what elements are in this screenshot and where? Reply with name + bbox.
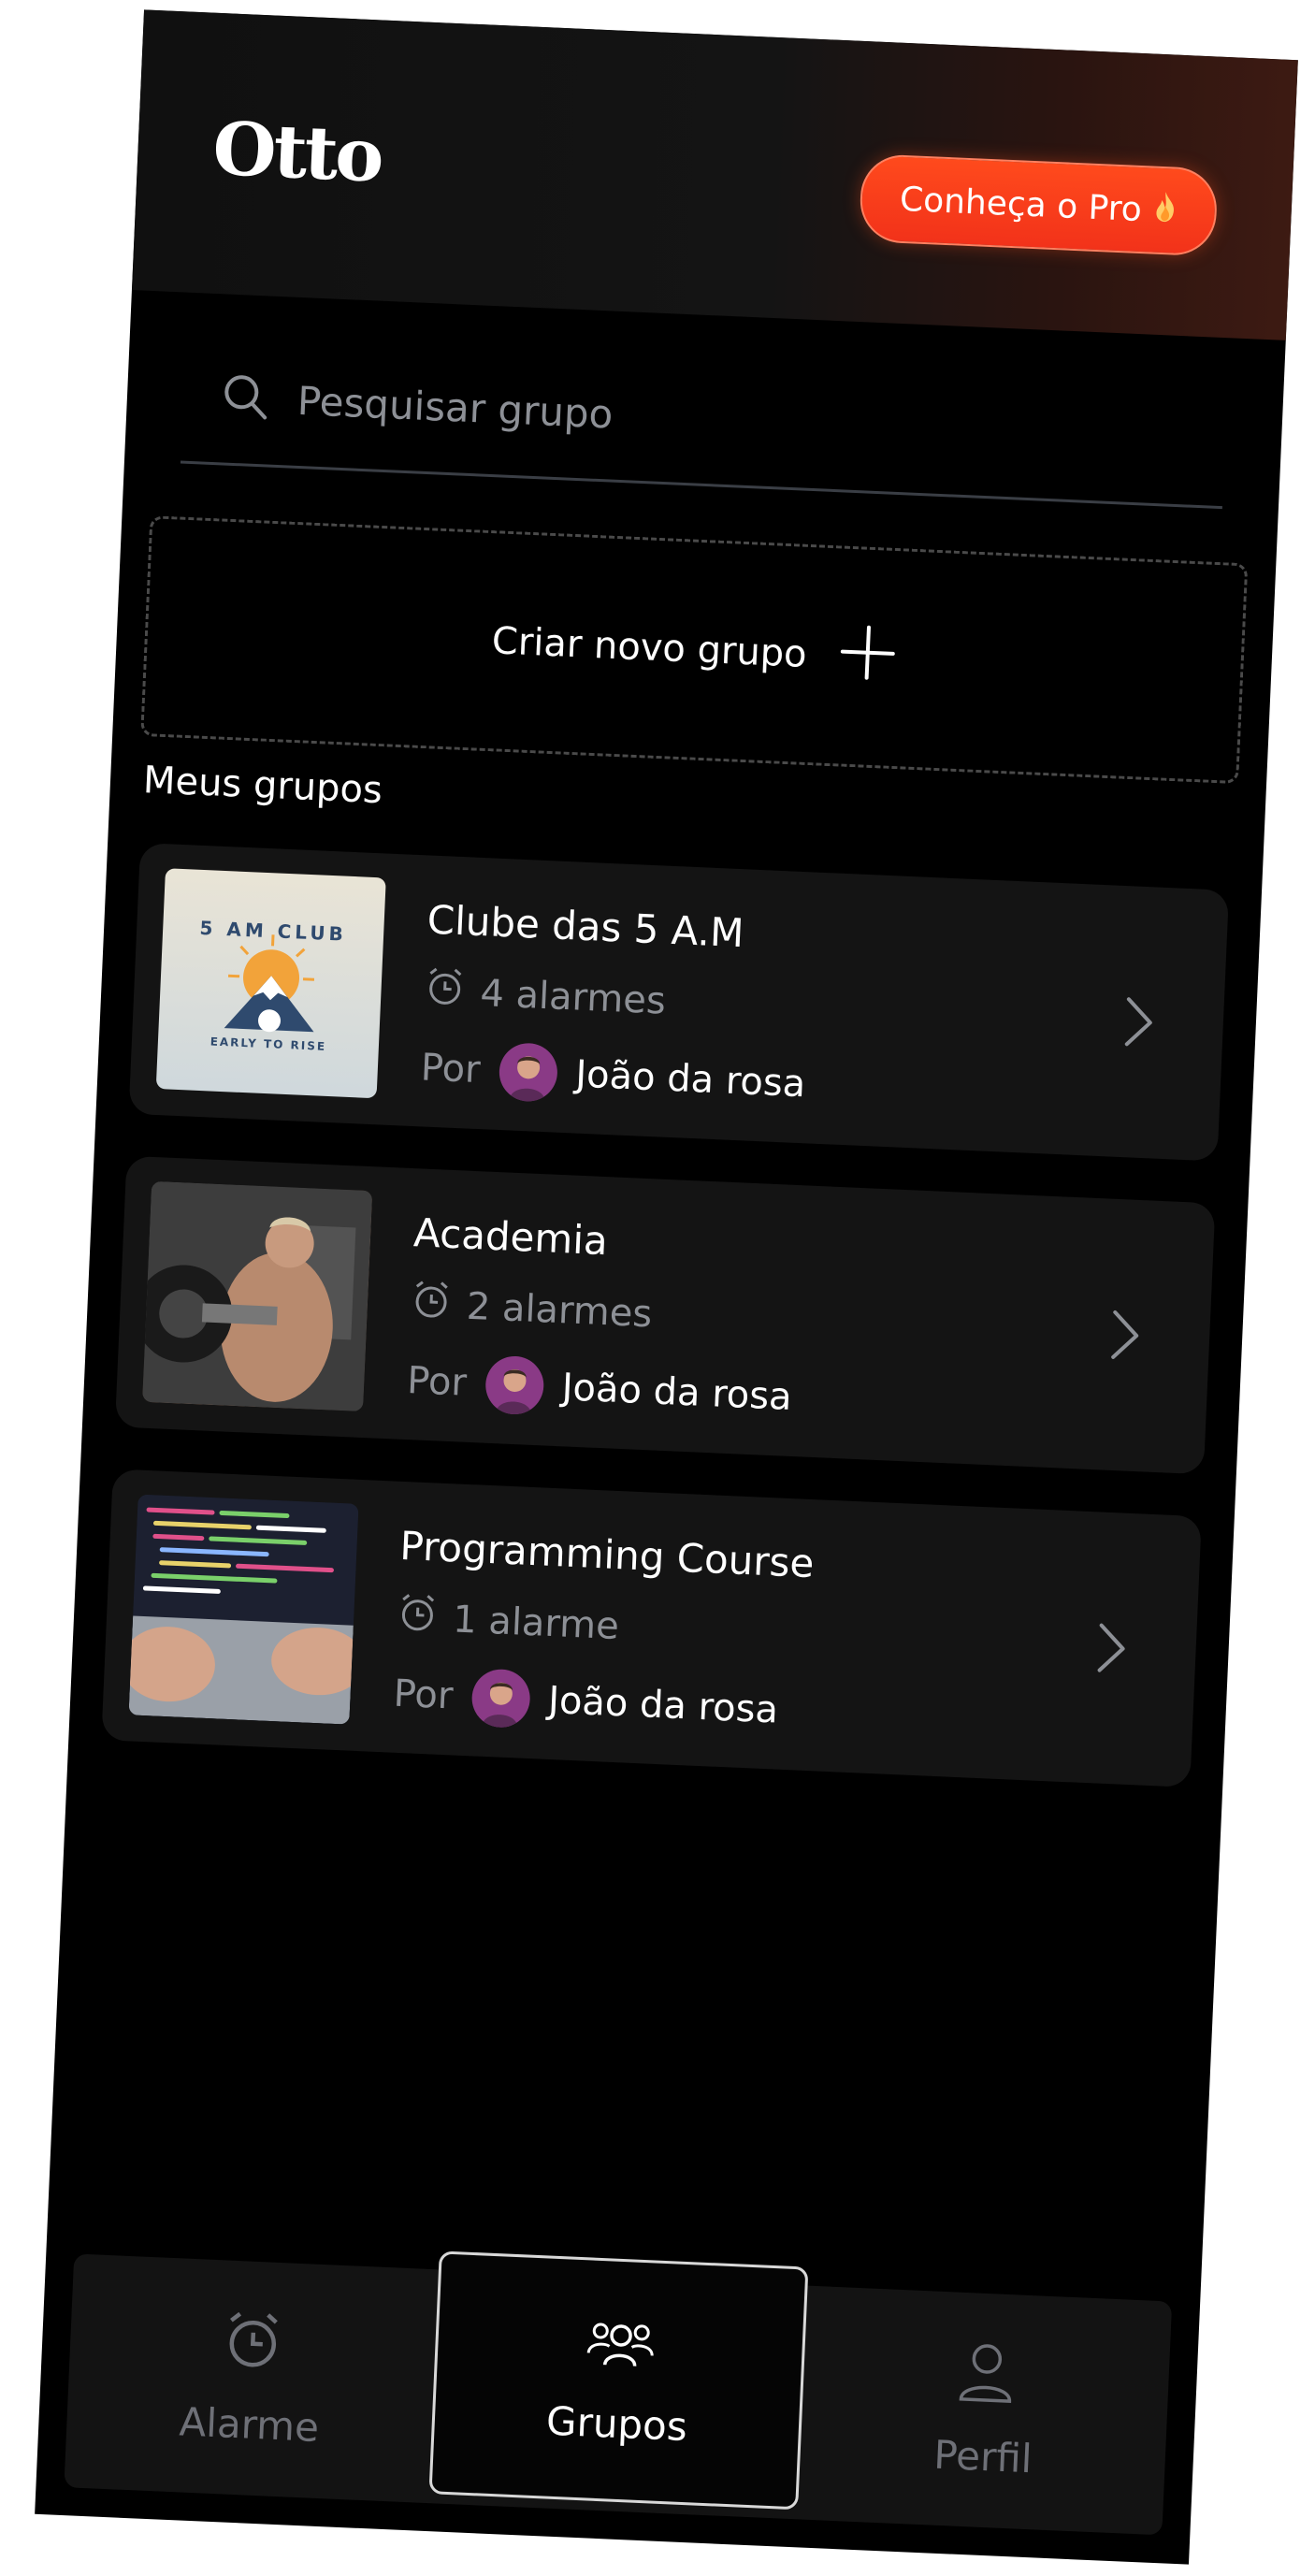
group-author: Por João da rosa (420, 1038, 807, 1113)
avatar (484, 1354, 545, 1416)
app-logo: Otto (210, 106, 383, 199)
group-title: Clube das 5 A.M (426, 896, 745, 957)
by-label: Por (419, 1046, 482, 1093)
chevron-right-icon[interactable] (1105, 1307, 1146, 1368)
search-input[interactable]: Pesquisar grupo (296, 377, 614, 437)
app-screen: Otto Conheça o Pro Pesquisar grupo Criar… (35, 9, 1298, 2565)
alarm-clock-icon (396, 1592, 439, 1644)
search-icon (220, 370, 270, 425)
by-label: Por (406, 1359, 468, 1405)
alarm-clock-icon (423, 965, 466, 1018)
user-icon (957, 2340, 1016, 2414)
author-name: João da rosa (574, 1052, 807, 1107)
group-alarm-count: 1 alarme (396, 1592, 620, 1652)
nav-label: Alarme (178, 2397, 321, 2451)
create-group-button[interactable]: Criar novo grupo (140, 515, 1249, 785)
group-title: Academia (412, 1209, 609, 1265)
group-image: 5 AM CLUB EARLY TO RISE (155, 868, 386, 1099)
alarm-count-label: 4 alarmes (479, 972, 667, 1023)
chevron-right-icon[interactable] (1091, 1619, 1132, 1681)
pro-button-label: Conheça o Pro (899, 180, 1143, 229)
group-card[interactable]: 5 AM CLUB EARLY TO RISE Clube das 5 A.M … (128, 843, 1230, 1162)
author-name: João da rosa (560, 1366, 793, 1419)
group-title: Programming Course (398, 1522, 816, 1587)
nav-label: Perfil (932, 2431, 1033, 2482)
group-alarm-count: 2 alarmes (410, 1279, 654, 1339)
chevron-right-icon[interactable] (1119, 993, 1159, 1055)
group-image (128, 1494, 359, 1725)
bottom-nav: Alarme Grupos Perfil (64, 2250, 1173, 2536)
plus-icon (837, 622, 898, 692)
fire-icon (1152, 190, 1178, 231)
alarm-count-label: 2 alarmes (465, 1284, 654, 1337)
nav-item-perfil[interactable]: Perfil (798, 2286, 1172, 2536)
create-group-label: Criar novo grupo (490, 619, 808, 676)
nav-label: Grupos (545, 2397, 688, 2450)
nav-item-grupos[interactable]: Grupos (428, 2250, 809, 2511)
group-card[interactable]: Academia 2 alarmes Por João da rosa (114, 1155, 1216, 1475)
section-title: Meus grupos (142, 759, 383, 813)
header: Otto Conheça o Pro (131, 9, 1298, 340)
pro-button[interactable]: Conheça o Pro (859, 152, 1219, 257)
group-card[interactable]: Programming Course 1 alarme Por João da … (101, 1469, 1202, 1787)
nav-item-alarme[interactable]: Alarme (64, 2253, 438, 2503)
group-author: Por João da rosa (392, 1665, 779, 1740)
author-name: João da rosa (547, 1678, 779, 1732)
avatar (470, 1668, 531, 1729)
group-image (142, 1180, 373, 1411)
group-author: Por João da rosa (406, 1352, 793, 1426)
group-alarm-count: 4 alarmes (423, 965, 667, 1026)
by-label: Por (392, 1672, 455, 1718)
search-bar[interactable]: Pesquisar grupo (180, 329, 1229, 510)
avatar (498, 1042, 558, 1103)
alarm-count-label: 1 alarme (452, 1598, 620, 1649)
alarm-clock-icon (410, 1279, 453, 1331)
group-icon (584, 2313, 658, 2381)
alarm-clock-icon (220, 2308, 284, 2382)
